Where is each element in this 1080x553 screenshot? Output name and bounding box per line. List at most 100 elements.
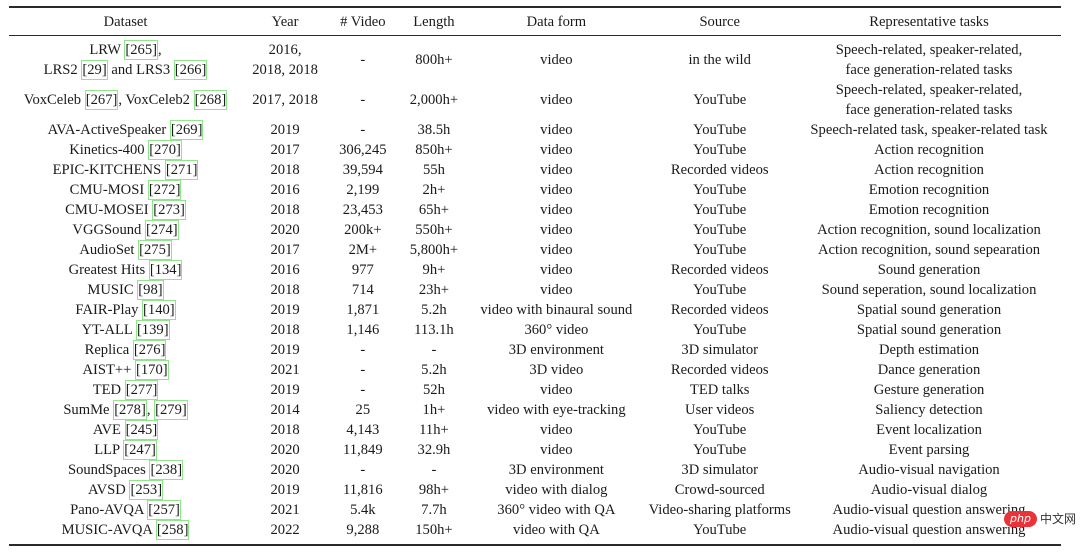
cell-data-form: 3D environment (508, 462, 604, 478)
cell-num-video: 714 (351, 282, 374, 298)
cell-dataset: AVA-ActiveSpeaker [269] (9, 120, 242, 140)
table-row: Greatest Hits [134] 2016 977 9h+ video Record… (9, 260, 1061, 280)
citation-link[interactable]: [139] (135, 320, 170, 340)
task-line: Emotion recognition (868, 182, 990, 198)
citation-link[interactable]: [269] (169, 120, 204, 140)
dataset-line: AVE [245] (13, 420, 238, 440)
citation-link[interactable]: [170] (134, 360, 169, 380)
cell-data-form: video with binaural sound (480, 302, 633, 318)
citation-link[interactable]: [270] (148, 140, 182, 160)
site-watermark: php 中文网 (1004, 510, 1076, 527)
cell-dataset: LLP [247] (9, 440, 242, 460)
citation-link[interactable]: [238] (149, 460, 184, 480)
header-row: Dataset Year # Video Length Data form So… (9, 7, 1061, 36)
citation-link[interactable]: [98] (137, 280, 164, 300)
table-body: LRW [265], LRS2 [29] and LRS3 [266] 2016, 2… (9, 36, 1061, 545)
cell-tasks: Sound seperation, sound localization (797, 280, 1061, 300)
cell-dataset: Pano-AVQA [257] (9, 500, 242, 520)
cell-tasks: Spatial sound generation (797, 300, 1061, 320)
citation-link[interactable]: [272] (147, 180, 182, 200)
cell-source: User videos (685, 402, 755, 418)
citation-link[interactable]: [257] (147, 500, 181, 520)
cell-tasks: Audio-visual navigation (797, 460, 1061, 480)
citation-link[interactable]: [266] (173, 60, 208, 80)
table-row: AudioSet [275] 2017 2M+ 5,800h+ video YouTube… (9, 240, 1061, 260)
cell-year: 2014 (242, 400, 328, 420)
citation-link[interactable]: [276] (132, 340, 167, 360)
year-line: 2020 (270, 222, 300, 238)
cell-num-video: - (360, 382, 366, 398)
dataset-line: EPIC-KITCHENS [271] (13, 160, 238, 180)
year-line: 2018, 2018 (252, 62, 318, 78)
table-header: Dataset Year # Video Length Data form So… (9, 7, 1061, 36)
task-line: face generation-related tasks (845, 62, 1013, 78)
cell-num-video: 11,849 (343, 442, 383, 458)
dataset-line: AIST++ [170] (13, 360, 238, 380)
citation-link[interactable]: [258] (155, 520, 190, 540)
dataset-name: LRW (89, 42, 125, 58)
cell-data-form: video with dialog (505, 482, 608, 498)
cell-source: YouTube (693, 92, 747, 108)
citation-link[interactable]: [273] (152, 200, 186, 220)
cell-data-form: 3D environment (508, 342, 604, 358)
task-line: Audio-visual navigation (858, 462, 1000, 478)
task-line: Gesture generation (873, 382, 985, 398)
citation-link[interactable]: [29] (81, 60, 108, 80)
dataset-line: Pano-AVQA [257] (13, 500, 238, 520)
cell-tasks: Spatial sound generation (797, 320, 1061, 340)
citation-link[interactable]: [267] (84, 90, 119, 110)
cell-num-video: - (360, 462, 366, 478)
year-line: 2016, (268, 42, 302, 58)
citation-link[interactable]: [271] (164, 160, 199, 180)
cell-num-video: 2M+ (348, 242, 378, 258)
cell-data-form: video (540, 142, 573, 158)
cell-length: 800h+ (415, 52, 453, 68)
dataset-line: Replica [276] (13, 340, 238, 360)
citation-link[interactable]: [140] (142, 300, 176, 320)
watermark-text: 中文网 (1039, 512, 1076, 526)
citation-link[interactable]: [268] (193, 90, 228, 110)
table-row: Pano-AVQA [257] 2021 5.4k 7.7h 360° video wi… (9, 500, 1061, 520)
cell-year: 2020 (242, 220, 328, 240)
cell-length: 55h (423, 162, 445, 178)
header-num-video: # Video (340, 14, 386, 30)
citation-link[interactable]: [279] (154, 400, 188, 420)
citation-link[interactable]: [134] (148, 260, 183, 280)
dataset-table: Dataset Year # Video Length Data form So… (9, 6, 1061, 546)
citation-link[interactable]: [274] (145, 220, 179, 240)
dataset-name: MUSIC-AVQA (61, 522, 156, 538)
cell-source: YouTube (693, 142, 747, 158)
cell-dataset: AudioSet [275] (9, 240, 242, 260)
cell-num-video: 39,594 (342, 162, 383, 178)
citation-link[interactable]: [247] (123, 440, 157, 460)
citation-link[interactable]: [245] (124, 420, 159, 440)
dataset-line: VoxCeleb [267], VoxCeleb2 [268] (13, 90, 238, 110)
table-row: YT-ALL [139] 2018 1,146 113.1h 360° video You… (9, 320, 1061, 340)
year-line: 2019 (270, 122, 300, 138)
table-row: AIST++ [170] 2021 - 5.2h 3D video Recorded vi… (9, 360, 1061, 380)
cell-length: 550h+ (415, 222, 453, 238)
year-line: 2018 (270, 422, 300, 438)
year-line: 2017 (270, 142, 300, 158)
cell-year: 2017 (242, 140, 328, 160)
task-line: Event localization (876, 422, 982, 438)
cell-num-video: 4,143 (346, 422, 380, 438)
year-line: 2020 (270, 462, 300, 478)
cell-length: 52h (423, 382, 445, 398)
task-line: Sound generation (877, 262, 981, 278)
citation-link[interactable]: [265] (124, 40, 159, 60)
table-row: SumMe [278], [279] 2014 25 1h+ video with ey… (9, 400, 1061, 420)
cell-tasks: Emotion recognition (797, 200, 1061, 220)
dataset-line: LRS2 [29] and LRS3 [266] (13, 60, 238, 80)
cell-length: 850h+ (415, 142, 453, 158)
cell-year: 2019 (242, 340, 328, 360)
citation-link[interactable]: [253] (129, 480, 164, 500)
citation-link[interactable]: [278] (113, 400, 147, 420)
cell-tasks: Speech-related, speaker-related, face gen… (797, 36, 1061, 81)
cell-source: YouTube (693, 282, 747, 298)
dataset-name: AVE (92, 422, 125, 438)
citation-link[interactable]: [277] (124, 380, 159, 400)
citation-link[interactable]: [275] (138, 240, 172, 260)
task-line: Action recognition (874, 162, 984, 178)
year-line: 2018 (270, 282, 300, 298)
